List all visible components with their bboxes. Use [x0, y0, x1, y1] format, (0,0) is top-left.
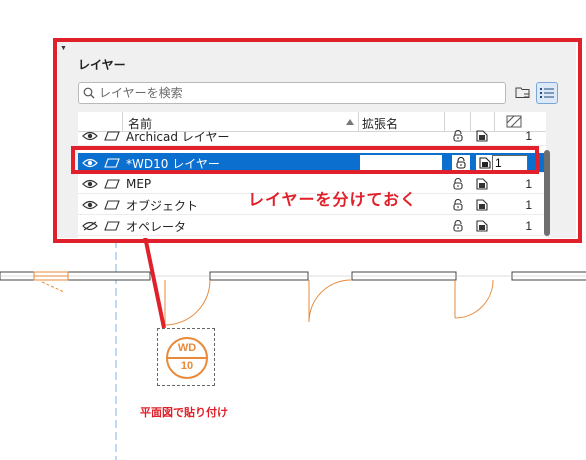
window-symbol — [33, 271, 69, 293]
highlight-frame-row — [71, 146, 539, 174]
door-symbols — [164, 279, 494, 326]
door-tag-type: WD — [177, 342, 197, 354]
door-tag-circle: WD 10 — [166, 337, 208, 379]
door-tag-number: 10 — [180, 360, 194, 372]
door-tag[interactable]: WD 10 — [157, 328, 215, 386]
highlight-frame-panel — [53, 38, 582, 243]
caption-text: 平面図で貼り付け — [140, 406, 228, 419]
callout-text: レイヤーを分けておく — [248, 190, 418, 209]
